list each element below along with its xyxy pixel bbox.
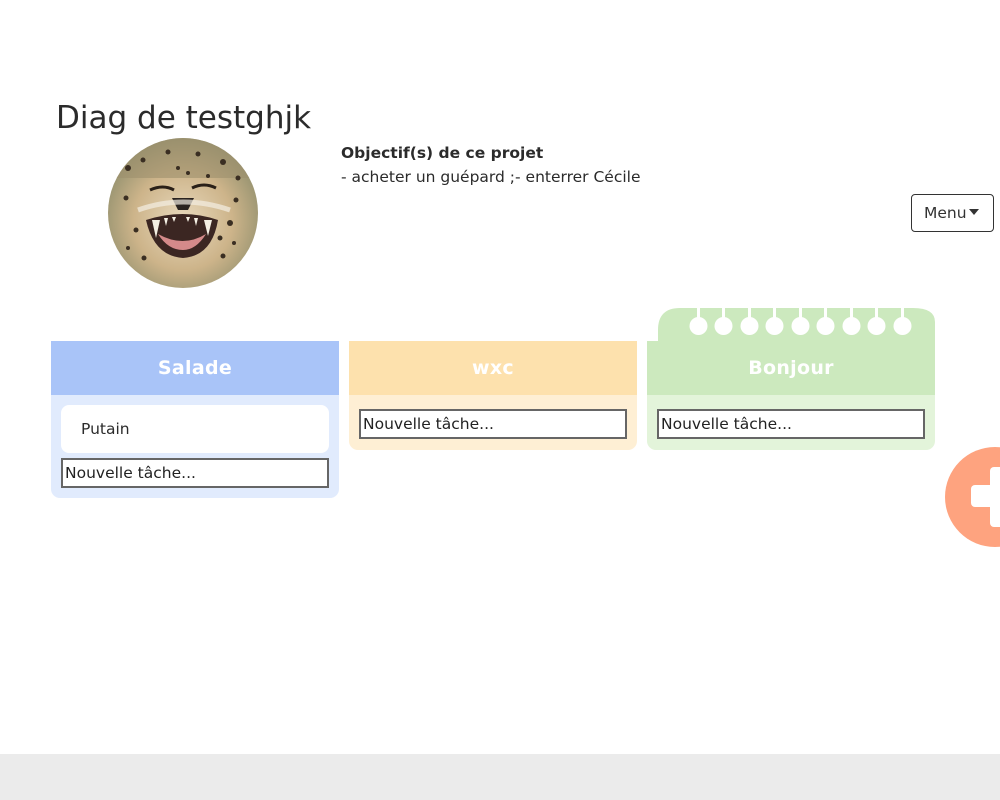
menu-button[interactable]: Menu — [911, 194, 994, 232]
page-footer — [0, 754, 1000, 800]
new-task-input[interactable] — [359, 409, 627, 439]
column-bonjour: Bonjour — [647, 341, 935, 450]
task-label: Putain — [81, 420, 130, 438]
plus-icon-vertical — [990, 467, 1000, 527]
column-body: Putain — [51, 395, 339, 498]
new-task-input[interactable] — [61, 458, 329, 488]
objectives-heading: Objectif(s) de ce projet — [341, 144, 544, 162]
menu-label: Menu — [924, 204, 967, 222]
new-task-input[interactable] — [657, 409, 925, 439]
column-salade: Salade Putain — [51, 341, 339, 498]
column-body — [349, 395, 637, 450]
notebook-spiral-decoration — [658, 308, 935, 342]
page-title: Diag de testghjk — [56, 100, 312, 136]
column-title[interactable]: Salade — [51, 341, 339, 395]
task-card[interactable]: Putain — [61, 405, 329, 453]
column-title[interactable]: Bonjour — [647, 341, 935, 395]
add-column-button[interactable] — [945, 447, 1000, 547]
caret-down-icon — [968, 209, 979, 215]
column-wxc: wxc — [349, 341, 637, 450]
cheetah-avatar-icon — [108, 138, 258, 288]
objectives-text: - acheter un guépard ;- enterrer Cécile — [341, 168, 641, 186]
project-avatar — [108, 138, 258, 288]
project-objectives: Objectif(s) de ce projet - acheter un gu… — [341, 141, 641, 189]
column-body — [647, 395, 935, 450]
column-title[interactable]: wxc — [349, 341, 637, 395]
